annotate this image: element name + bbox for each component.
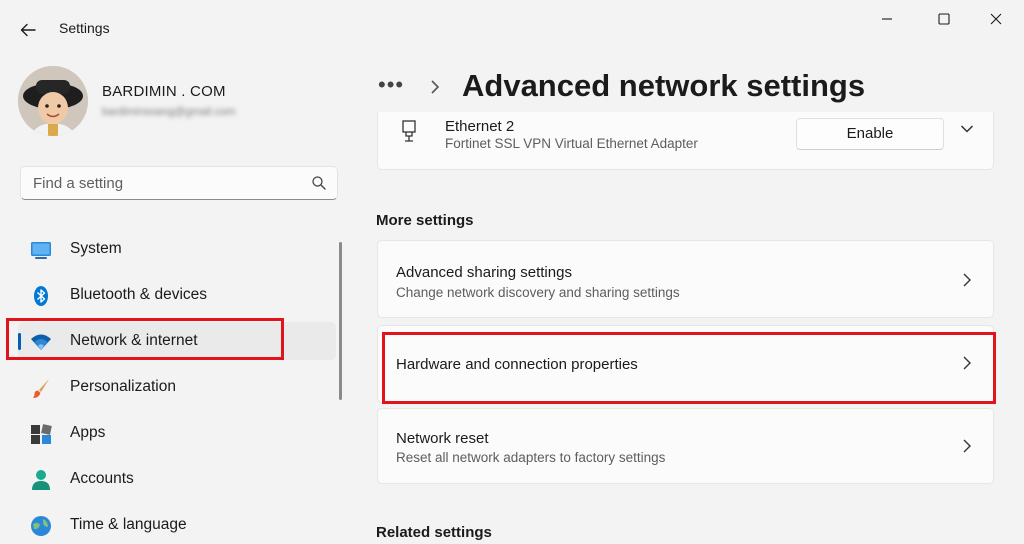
more-settings-heading: More settings	[376, 212, 474, 229]
sidebar-item-label: Apps	[70, 424, 106, 441]
minimize-icon	[882, 18, 892, 20]
user-email: bardiminsoang@gmail.com	[102, 106, 236, 118]
card-subtitle: Change network discovery and sharing set…	[396, 285, 680, 300]
enable-button[interactable]: Enable	[796, 118, 944, 150]
maximize-button[interactable]	[921, 6, 967, 32]
globe-icon	[31, 516, 51, 536]
avatar[interactable]	[18, 66, 88, 136]
sidebar-item-system[interactable]: System	[18, 230, 336, 268]
ethernet-adapter-card[interactable]: Ethernet 2 Fortinet SSL VPN Virtual Ethe…	[377, 112, 994, 170]
bluetooth-icon	[34, 286, 48, 306]
ethernet-icon	[402, 120, 416, 142]
paintbrush-icon	[33, 379, 49, 398]
sidebar-item-personalization[interactable]: Personalization	[18, 368, 336, 406]
search-input[interactable]: Find a setting	[20, 166, 338, 200]
sidebar-item-label: Time & language	[70, 516, 187, 533]
page-title: Advanced network settings	[462, 68, 866, 103]
search-icon[interactable]	[311, 175, 327, 191]
highlight-annotation-network	[6, 318, 284, 360]
back-button[interactable]	[14, 16, 42, 44]
sidebar-item-label: Personalization	[70, 378, 176, 395]
sidebar-item-time-language[interactable]: Time & language	[18, 506, 336, 544]
card-subtitle: Reset all network adapters to factory se…	[396, 450, 666, 465]
sidebar-item-label: Accounts	[70, 470, 134, 487]
maximize-icon	[938, 13, 950, 25]
advanced-sharing-settings-card[interactable]: Advanced sharing settings Change network…	[377, 240, 994, 318]
card-title: Advanced sharing settings	[396, 264, 572, 281]
accounts-icon	[32, 470, 50, 490]
close-icon	[990, 13, 1002, 25]
network-reset-card[interactable]: Network reset Reset all network adapters…	[377, 408, 994, 484]
breadcrumb-overflow-button[interactable]: •••	[378, 72, 404, 98]
card-title: Network reset	[396, 430, 489, 447]
close-button[interactable]	[973, 6, 1019, 32]
ethernet-name: Ethernet 2	[445, 118, 515, 135]
related-settings-heading: Related settings	[376, 524, 492, 541]
app-title: Settings	[59, 20, 110, 36]
highlight-annotation-hardware	[382, 332, 996, 404]
chevron-right-icon	[963, 273, 971, 287]
ethernet-description: Fortinet SSL VPN Virtual Ethernet Adapte…	[445, 136, 698, 151]
user-name: BARDIMIN . COM	[102, 83, 226, 100]
chevron-down-icon[interactable]	[960, 124, 974, 134]
sidebar-scrollbar[interactable]	[339, 242, 342, 400]
apps-icon	[31, 424, 52, 444]
minimize-button[interactable]	[864, 6, 910, 32]
chevron-right-icon	[431, 80, 440, 94]
sidebar-item-apps[interactable]: Apps	[18, 414, 336, 452]
sidebar-item-label: System	[70, 240, 122, 257]
system-icon	[31, 242, 51, 259]
sidebar-item-accounts[interactable]: Accounts	[18, 460, 336, 498]
search-placeholder: Find a setting	[33, 175, 124, 192]
sidebar-item-label: Bluetooth & devices	[70, 286, 208, 303]
sidebar-item-bluetooth[interactable]: Bluetooth & devices	[18, 276, 336, 314]
back-arrow-icon	[20, 23, 36, 37]
title-bar: Settings	[0, 0, 1024, 58]
chevron-right-icon	[963, 439, 971, 453]
